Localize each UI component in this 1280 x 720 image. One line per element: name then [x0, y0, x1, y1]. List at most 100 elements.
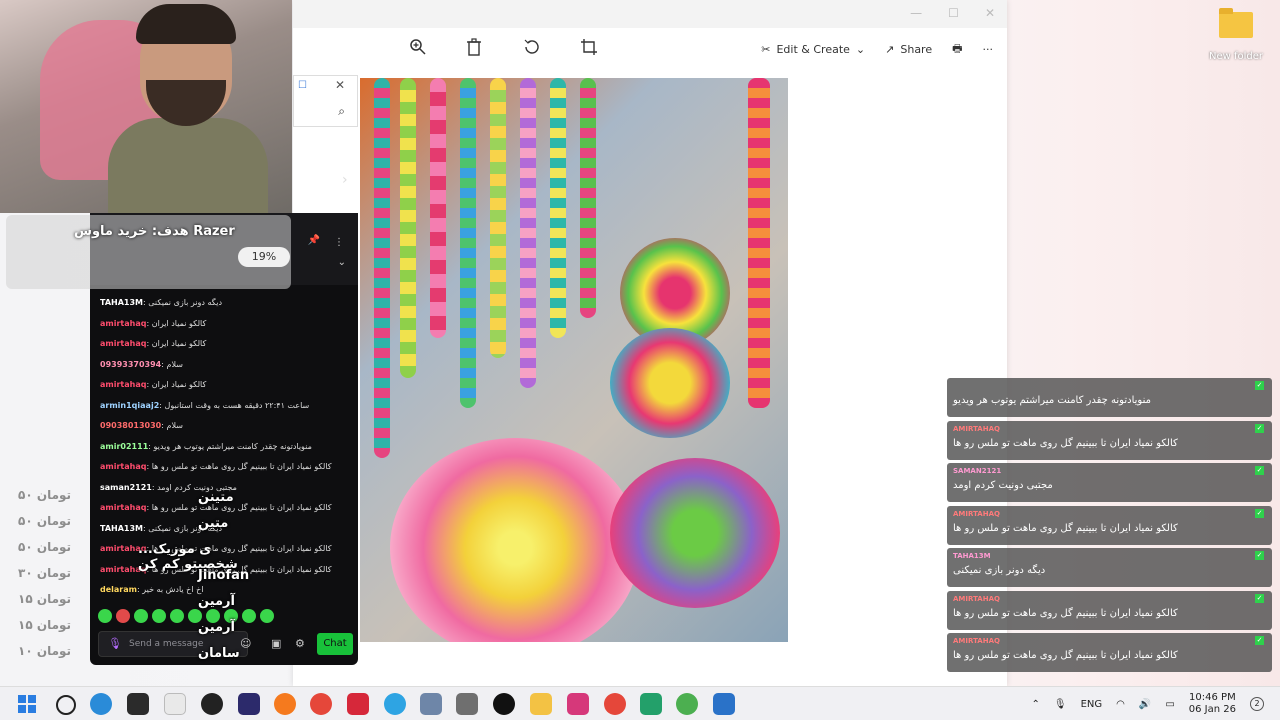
wifi-icon[interactable]: ◠ [1116, 699, 1125, 710]
app-icon[interactable] [420, 693, 442, 715]
chat-username[interactable]: armin1qiaaj2 [100, 401, 159, 410]
close-icon[interactable]: ✕ [335, 78, 345, 92]
more-options-button[interactable]: ··· [983, 43, 994, 56]
chat-message: amirtahaq: کالکو نمیاد ایران [100, 339, 207, 348]
chrome-icon[interactable] [676, 693, 698, 715]
title-bar: — ☐ ✕ [293, 0, 1007, 28]
chevron-down-icon[interactable]: ⌄ [338, 257, 346, 268]
emote-icon[interactable] [260, 609, 274, 623]
notification-badge[interactable]: 2 [1250, 697, 1264, 711]
restore-icon[interactable]: ☐ [298, 80, 307, 91]
firefox-icon[interactable] [274, 693, 296, 715]
tiktok-icon[interactable] [493, 693, 515, 715]
emote-icon[interactable] [170, 609, 184, 623]
clock[interactable]: 10:46 PM 06 Jan 26 [1189, 692, 1236, 716]
gift-icon[interactable]: ▣ [271, 637, 281, 650]
emote-icon[interactable] [98, 609, 112, 623]
chat-username[interactable]: 09393370394 [100, 360, 161, 369]
overlay-chat-text: کالکو نمیاد ایران تا ببینیم گل روی ماهت … [953, 607, 1178, 619]
zoom-in-icon[interactable] [409, 38, 427, 61]
language-indicator[interactable]: ENG [1081, 699, 1103, 710]
maximize-button[interactable]: ☐ [948, 6, 959, 20]
instagram-icon[interactable] [567, 693, 589, 715]
close-button[interactable]: ✕ [985, 6, 995, 20]
chat-username[interactable]: TAHA13M [100, 298, 143, 307]
chevron-up-icon[interactable]: ⌃ [1031, 699, 1039, 710]
overlay-chat-text: کالکو نمیاد ایران تا ببینیم گل روی ماهت … [953, 522, 1178, 534]
desktop-folder[interactable]: New folder [1206, 8, 1266, 63]
emote-icon[interactable] [116, 609, 130, 623]
chat-overlay: منویادتونه چقدر کامنت میراشتم یوتوب هر و… [947, 378, 1272, 678]
minimize-button[interactable]: — [910, 6, 922, 20]
chrome-icon[interactable] [310, 693, 332, 715]
obs-icon[interactable] [201, 693, 223, 715]
overlay-chat-text: کالکو نمیاد ایران تا ببینیم گل روی ماهت … [953, 437, 1178, 449]
chat-username[interactable]: delaram [100, 585, 137, 594]
chevron-right-icon[interactable]: › [342, 172, 348, 188]
mini-dialog: ☐ ✕ ⌕ [293, 75, 358, 127]
overlay-chat-message: TAHA13M دیگه دونر بازی نمیکنی ✓ [947, 548, 1272, 587]
start-icon[interactable] [18, 695, 36, 713]
chat-text: کالکو نمیاد ایران [151, 318, 207, 328]
photos-icon[interactable] [713, 693, 735, 715]
goal-percent: 19% [238, 247, 290, 267]
chat-username[interactable]: amir02111 [100, 442, 148, 451]
delete-icon[interactable] [466, 38, 482, 61]
file-explorer-icon[interactable] [530, 693, 552, 715]
chat-username[interactable]: amirtahaq [100, 462, 146, 471]
store-icon[interactable] [127, 693, 149, 715]
platform-icon: ✓ [1255, 508, 1264, 518]
premiere-icon[interactable] [238, 693, 260, 715]
edit-icon: ✂ [761, 43, 771, 56]
telegram-icon[interactable] [384, 693, 406, 715]
mail-icon[interactable] [347, 693, 369, 715]
battery-icon[interactable]: ▭ [1165, 699, 1174, 710]
emote-icon[interactable] [134, 609, 148, 623]
share-button[interactable]: ↗ Share [885, 43, 932, 56]
calculator-icon[interactable] [456, 693, 478, 715]
settings-icon[interactable]: ⚙ [295, 637, 305, 650]
emote-icon[interactable] [242, 609, 256, 623]
edge-icon[interactable] [90, 693, 112, 715]
chat-message: amir02111: منویادتونه چقدر کامنت میراشتم… [100, 441, 312, 451]
edit-create-button[interactable]: ✂ Edit & Create ⌄ [761, 43, 865, 56]
chat-text: کالکو نمیاد ایران تا ببینیم گل روی ماهت … [151, 462, 332, 471]
print-icon[interactable]: 🖶 [952, 40, 962, 59]
app-icon[interactable] [164, 693, 186, 715]
donor-amount: ۱۰ تومان [18, 644, 72, 658]
crop-icon[interactable] [580, 38, 598, 61]
chat-username[interactable]: amirtahaq [100, 319, 146, 328]
chat-username[interactable]: amirtahaq [100, 380, 146, 389]
overlay-chat-username: SAMAN2121 [953, 467, 1002, 475]
clock-date: 06 Jan 26 [1188, 704, 1236, 715]
chat-button[interactable]: Chat [317, 633, 353, 655]
emote-icon[interactable] [152, 609, 166, 623]
chat-username[interactable]: amirtahaq [100, 339, 146, 348]
webcam-overlay [0, 0, 292, 213]
chat-username[interactable]: saman2121 [100, 483, 152, 492]
donor-name: آرمین [198, 620, 235, 635]
pin-icon[interactable]: 📌 [308, 235, 320, 246]
chat-username[interactable]: 09038013030 [100, 421, 161, 430]
volume-icon[interactable]: 🔊 [1139, 699, 1151, 710]
platform-icon: ✓ [1255, 381, 1264, 390]
taskbar: ⌃ 🎙 ENG ◠ 🔊 ▭ 10:46 PM 06 Jan 26 2 [0, 686, 1280, 720]
search-icon[interactable]: ⌕ [338, 104, 345, 119]
more-options-icon[interactable]: ⋮ [334, 237, 344, 248]
edit-create-label: Edit & Create [776, 43, 850, 56]
emoji-icon[interactable]: ☺ [240, 637, 251, 650]
chat-text: کالکو نمیاد ایران [151, 380, 207, 389]
folder-icon [1219, 8, 1253, 38]
chat-text: ساعت ۲۲:۴۱ دقیقه هست به وقت استانبول [164, 400, 310, 410]
overlay-chat-message: SAMAN2121 مجتبی دونیت کردم اومد ✓ [947, 463, 1272, 502]
chat-username[interactable]: TAHA13M [100, 524, 143, 533]
chat-username[interactable]: amirtahaq [100, 503, 146, 512]
chat-message: amirtahaq: کالکو نمیاد ایران [100, 318, 207, 328]
search-icon[interactable] [56, 695, 76, 715]
rotate-icon[interactable] [523, 38, 541, 61]
microphone-icon[interactable]: 🎙 [108, 637, 122, 650]
chrome-icon[interactable] [604, 693, 626, 715]
app-icon[interactable] [640, 693, 662, 715]
microphone-icon[interactable]: 🎙 [1054, 699, 1067, 710]
donor-name: آرمین [198, 594, 235, 609]
